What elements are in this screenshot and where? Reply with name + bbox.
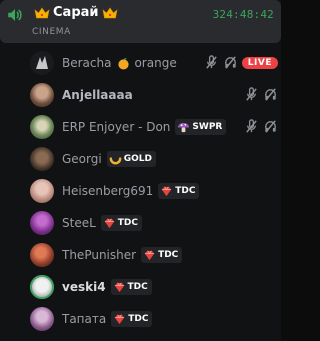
member-name: Georgi	[62, 152, 102, 166]
gold-ring-icon	[109, 156, 122, 164]
avatar	[30, 51, 54, 75]
deafened-icon	[265, 120, 276, 133]
member-row-veski4[interactable]: veski4 TDC	[30, 272, 278, 302]
avatar	[30, 83, 54, 107]
speaker-icon	[8, 9, 22, 21]
deafened-icon	[265, 88, 276, 101]
gem-icon	[114, 282, 124, 292]
member-name: veski4	[62, 280, 106, 294]
swpr-badge: SWPR	[175, 119, 227, 135]
member-row-thepunisher[interactable]: ThePunisher TDC	[30, 240, 278, 270]
voice-channel-header[interactable]: Сарай 324:48:42 CINEMA	[0, 0, 281, 43]
channel-title: Сарай	[34, 5, 118, 20]
badge-text: TDC	[158, 250, 179, 260]
voice-channel-panel: Сарай 324:48:42 CINEMA Beracha orange LI…	[0, 0, 281, 341]
gem-icon	[115, 314, 125, 324]
avatar	[30, 307, 54, 331]
avatar	[30, 147, 54, 171]
member-row-georgi[interactable]: Georgi GOLD	[30, 144, 278, 174]
live-badge: LIVE	[241, 56, 278, 69]
member-name: Beracha	[62, 56, 112, 70]
mushroom-icon	[178, 122, 190, 132]
member-row-tapata[interactable]: Тапата TDC	[30, 304, 278, 334]
member-row-heisenberg691[interactable]: Heisenberg691 TDC	[30, 176, 278, 206]
muted-mic-icon	[246, 119, 257, 133]
badge-text: GOLD	[123, 154, 152, 164]
member-name: Тапата	[62, 312, 107, 326]
member-name: ERP Enjoyer - Don	[62, 120, 171, 134]
member-row-steel[interactable]: SteeL TDC	[30, 208, 278, 238]
gold-badge: GOLD	[106, 151, 156, 167]
muted-mic-icon	[246, 87, 257, 101]
member-row-beracha[interactable]: Beracha orange LIVE	[30, 48, 278, 78]
tdc-badge: TDC	[111, 311, 153, 327]
member-status-icons	[244, 87, 278, 102]
tdc-badge: TDC	[158, 183, 200, 199]
session-timer: 324:48:42	[212, 8, 274, 21]
avatar	[30, 243, 54, 267]
deafened-icon	[224, 56, 236, 69]
avatar	[30, 275, 54, 299]
badge-text: TDC	[127, 282, 148, 292]
speaking-ring	[30, 275, 54, 299]
gem-icon	[162, 186, 172, 196]
badge-text: SWPR	[192, 122, 223, 132]
avatar	[30, 115, 54, 139]
member-status-icons	[244, 119, 278, 134]
badge-text: TDC	[175, 186, 196, 196]
avatar	[30, 211, 54, 235]
gem-icon	[104, 218, 114, 228]
avatar	[30, 179, 54, 203]
tdc-badge: TDC	[100, 215, 142, 231]
member-row-anjellaaaa[interactable]: Anjellaaaa	[30, 80, 278, 110]
channel-category: CINEMA	[32, 27, 71, 37]
member-name: Heisenberg691	[62, 184, 154, 198]
crown-icon	[34, 6, 50, 18]
gem-icon	[144, 250, 155, 260]
muted-mic-icon	[206, 55, 217, 69]
member-status-text: orange	[134, 56, 177, 70]
tdc-badge: TDC	[110, 279, 152, 295]
badge-text: TDC	[128, 314, 149, 324]
member-name: ThePunisher	[62, 248, 137, 262]
member-name: Anjellaaaa	[62, 88, 133, 102]
orange-fruit-icon	[118, 57, 130, 70]
member-status-icons: LIVE	[204, 55, 278, 70]
member-name: SteeL	[62, 216, 96, 230]
crown-icon	[102, 6, 117, 18]
channel-name: Сарай	[53, 5, 99, 20]
badge-text: TDC	[117, 218, 138, 228]
member-row-erp-enjoyer[interactable]: ERP Enjoyer - Don SWPR	[30, 112, 278, 142]
tdc-badge: TDC	[141, 247, 183, 263]
